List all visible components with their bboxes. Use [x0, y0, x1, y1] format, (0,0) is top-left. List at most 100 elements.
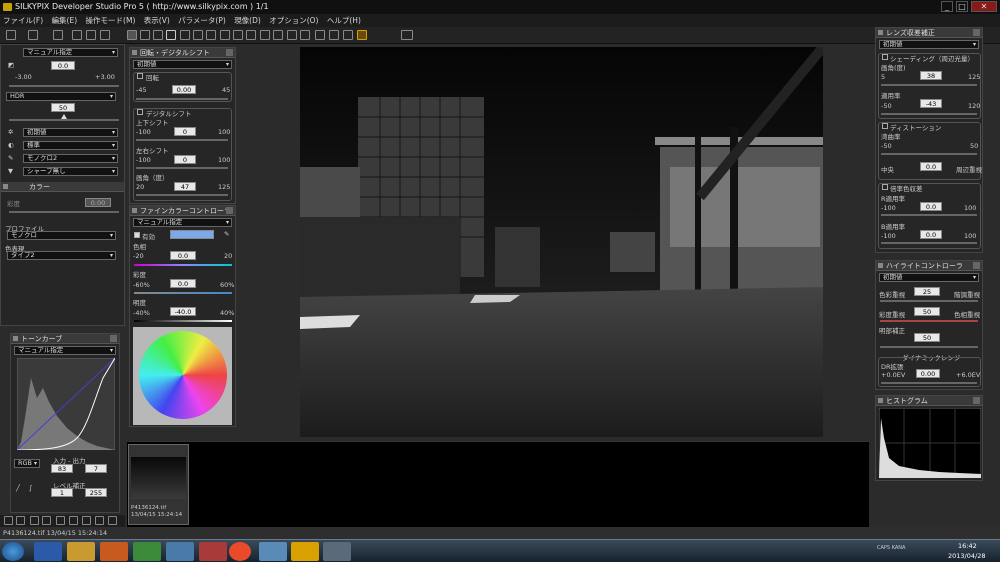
single-view-icon[interactable]	[140, 30, 150, 40]
tone-mode-select[interactable]: マニュアル指定	[14, 346, 116, 355]
color-rep-select[interactable]: タイプ2	[7, 251, 116, 260]
bright-slider[interactable]	[880, 346, 978, 348]
chrome-icon[interactable]	[229, 542, 251, 561]
zoom-icon[interactable]	[206, 30, 216, 40]
media-icon[interactable]	[100, 542, 128, 561]
chroma-checkbox[interactable]	[882, 184, 888, 190]
level-max-value[interactable]: 255	[85, 488, 107, 497]
output-value[interactable]: 7	[85, 464, 107, 473]
fine-sat-value[interactable]: 0.0	[170, 279, 196, 288]
next-icon[interactable]	[193, 30, 203, 40]
monitor-icon[interactable]	[401, 30, 413, 40]
distortion-checkbox[interactable]	[882, 123, 888, 129]
angle-slider[interactable]	[136, 194, 228, 196]
menu-develop[interactable]: 現像(D)	[231, 14, 264, 27]
thumbnail[interactable]: P4136124.tif 13/04/15 15:24:14	[128, 444, 189, 525]
develop-icon[interactable]	[357, 30, 367, 40]
vshift-slider[interactable]	[136, 139, 228, 141]
silkypix-taskbar-icon[interactable]	[291, 542, 319, 561]
hshift-slider[interactable]	[136, 167, 228, 169]
wb-preset-select[interactable]: 初期値	[23, 128, 118, 137]
crop-icon[interactable]	[273, 30, 283, 40]
menu-edit[interactable]: 編集(E)	[49, 14, 81, 27]
eyedropper-icon[interactable]	[246, 30, 256, 40]
hshift-value[interactable]: 0	[174, 155, 196, 164]
r-rate-value[interactable]: 0.0	[920, 202, 942, 211]
open-icon[interactable]	[53, 30, 63, 40]
color-preset-select[interactable]: モノクロ2	[23, 154, 118, 163]
eyedropper-icon[interactable]: ✎	[224, 230, 229, 238]
strip-icon-6[interactable]	[69, 516, 78, 525]
contrast-preset-select[interactable]: 標準	[23, 141, 118, 150]
panel-close-icon[interactable]	[226, 207, 233, 214]
hue-priority-slider[interactable]	[880, 300, 978, 302]
adjust-icon[interactable]	[300, 30, 310, 40]
rotate-checkbox[interactable]	[137, 73, 143, 79]
panel-close-icon[interactable]	[973, 29, 980, 36]
clock-date[interactable]: 2013/04/28	[948, 552, 985, 560]
curve-line-icon[interactable]: ╱	[16, 484, 20, 492]
photo-preview[interactable]	[300, 47, 823, 437]
fine-sat-slider[interactable]	[134, 292, 232, 294]
strip-icon-1[interactable]	[4, 516, 13, 525]
close-button[interactable]: ✕	[971, 1, 997, 12]
level-min-value[interactable]: 1	[51, 488, 73, 497]
sat-priority-slider[interactable]	[880, 320, 978, 322]
clock-time[interactable]: 16:42	[958, 542, 977, 550]
dist-rate-slider[interactable]	[881, 153, 977, 155]
vshift-value[interactable]: 0	[174, 127, 196, 136]
ime-indicator[interactable]: CAPS KANA	[877, 545, 905, 551]
menu-mode[interactable]: 操作モード(M)	[83, 14, 139, 27]
b-rate-slider[interactable]	[881, 242, 977, 244]
panel-close-icon[interactable]	[973, 262, 980, 269]
redo-icon[interactable]	[100, 30, 110, 40]
print-icon[interactable]	[329, 30, 339, 40]
explorer-icon[interactable]	[67, 542, 95, 561]
panel-close-icon[interactable]	[110, 335, 117, 342]
color-swatch[interactable]	[170, 230, 214, 239]
exposure-slider[interactable]	[9, 85, 119, 87]
hue-slider[interactable]	[134, 264, 232, 266]
minimize-button[interactable]: _	[941, 1, 953, 12]
tag-icon[interactable]	[343, 30, 353, 40]
warning-icon[interactable]	[166, 30, 176, 40]
dr-slider[interactable]	[881, 382, 977, 384]
camera-icon[interactable]	[323, 542, 351, 561]
r-rate-slider[interactable]	[881, 214, 977, 216]
tool-icon[interactable]	[6, 30, 16, 40]
saturation-value[interactable]: 0.00	[85, 198, 111, 207]
tone-curve-graph[interactable]	[17, 358, 115, 450]
hue-value[interactable]: 0.0	[170, 251, 196, 260]
brush-icon[interactable]	[220, 30, 230, 40]
rotate-value[interactable]: 0.00	[172, 85, 196, 94]
pen-icon[interactable]	[260, 30, 270, 40]
exposure-value[interactable]: 0.0	[51, 61, 75, 70]
app-icon[interactable]	[133, 542, 161, 561]
maximize-button[interactable]: □	[956, 1, 968, 12]
profile-select[interactable]: モノクロ	[7, 231, 116, 240]
center-value[interactable]: 0.0	[920, 162, 942, 171]
hdr-slider-knob[interactable]	[61, 114, 67, 119]
window-icon[interactable]	[166, 542, 194, 561]
angle-value[interactable]: 47	[174, 182, 196, 191]
grid-view-icon[interactable]	[127, 30, 137, 40]
input-value[interactable]: 83	[51, 464, 73, 473]
rotate-preset-select[interactable]: 初期値	[133, 60, 232, 69]
shading-angle-slider[interactable]	[881, 84, 977, 86]
panel-close-icon[interactable]	[226, 49, 233, 56]
undo-icon[interactable]	[86, 30, 96, 40]
folder-icon[interactable]	[28, 30, 38, 40]
lum-slider[interactable]	[134, 320, 232, 322]
saturation-slider[interactable]	[9, 211, 119, 213]
bright-value[interactable]: 50	[914, 333, 940, 342]
menu-help[interactable]: ヘルプ(H)	[324, 14, 364, 27]
exposure-mode-select[interactable]: マニュアル指定	[23, 48, 118, 57]
menu-file[interactable]: ファイル(F)	[0, 14, 46, 27]
lum-value[interactable]: -40.0	[170, 307, 196, 316]
rotate-slider[interactable]	[136, 98, 228, 100]
strip-icon-5[interactable]	[56, 516, 65, 525]
strip-icon-2[interactable]	[16, 516, 25, 525]
highlight-preset-select[interactable]: 初期値	[879, 273, 979, 282]
hue-priority-value[interactable]: 25	[914, 287, 940, 296]
start-button[interactable]	[2, 542, 24, 561]
